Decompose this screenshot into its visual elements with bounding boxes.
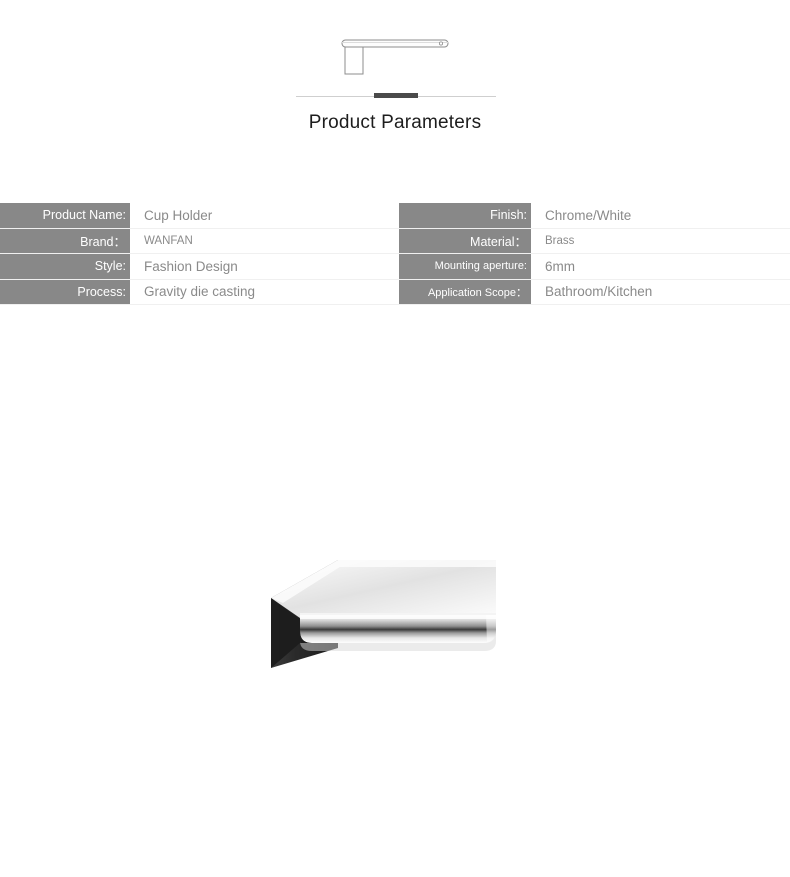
spec-value-finish: Chrome/White bbox=[531, 203, 790, 228]
spec-label-application-scope: Application Scope： bbox=[399, 279, 531, 304]
table-row: Style: Fashion Design Mounting aperture:… bbox=[0, 254, 790, 280]
spec-label-material: Material： bbox=[399, 228, 531, 253]
spec-value-application-scope: Bathroom/Kitchen bbox=[531, 279, 790, 304]
table-row: Brand： WANFAN Material： Brass bbox=[0, 228, 790, 254]
spec-pair-product-name: Product Name: Cup Holder bbox=[0, 203, 395, 228]
spec-label-product-name: Product Name: bbox=[0, 203, 130, 228]
towel-bar-line-art-icon bbox=[296, 28, 496, 83]
spec-label-process: Process: bbox=[0, 279, 130, 304]
spec-pair-style: Style: Fashion Design bbox=[0, 254, 395, 279]
spec-pair-application-scope: Application Scope： Bathroom/Kitchen bbox=[395, 279, 790, 304]
spec-pair-finish: Finish: Chrome/White bbox=[395, 203, 790, 228]
spec-value-mounting-aperture: 6mm bbox=[531, 254, 790, 279]
spec-value-style: Fashion Design bbox=[130, 254, 395, 279]
header-divider-accent bbox=[374, 93, 418, 98]
spec-value-material: Brass bbox=[531, 228, 790, 253]
product-parameters-table: Product Name: Cup Holder Finish: Chrome/… bbox=[0, 203, 790, 305]
page-header: Product Parameters bbox=[0, 0, 790, 160]
spec-pair-brand: Brand： WANFAN bbox=[0, 228, 395, 253]
spec-label-brand: Brand： bbox=[0, 228, 130, 253]
table-row: Product Name: Cup Holder Finish: Chrome/… bbox=[0, 203, 790, 229]
spec-value-brand: WANFAN bbox=[130, 228, 395, 253]
page-title: Product Parameters bbox=[308, 112, 482, 133]
spec-label-finish: Finish: bbox=[399, 203, 531, 228]
spec-label-style: Style: bbox=[0, 254, 130, 279]
spec-value-product-name: Cup Holder bbox=[130, 203, 395, 228]
spec-value-process: Gravity die casting bbox=[130, 279, 395, 304]
table-row: Process: Gravity die casting Application… bbox=[0, 279, 790, 305]
spec-pair-material: Material： Brass bbox=[395, 228, 790, 253]
spec-label-mounting-aperture: Mounting aperture: bbox=[399, 254, 531, 279]
spec-pair-process: Process: Gravity die casting bbox=[0, 279, 395, 304]
product-dimension-figure: 95mm 97mm 78mm bbox=[0, 455, 790, 795]
spec-pair-mounting-aperture: Mounting aperture: 6mm bbox=[395, 254, 790, 279]
